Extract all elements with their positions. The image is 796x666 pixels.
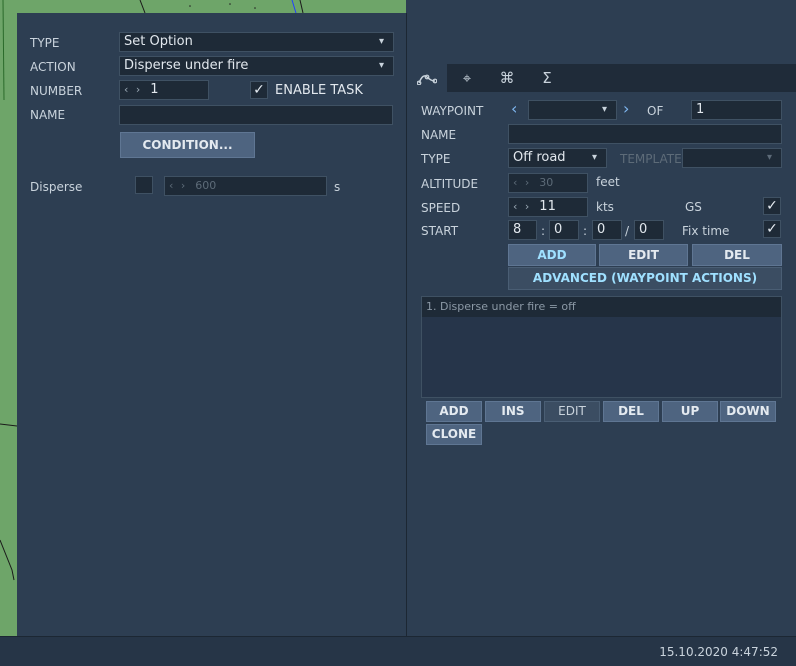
action-down-button[interactable]: DOWN <box>720 401 776 422</box>
checkmark-icon: ✓ <box>766 221 778 237</box>
action-select[interactable]: Disperse under fire ▾ <box>119 56 394 76</box>
name-input[interactable] <box>119 105 393 125</box>
chevron-down-icon: ▾ <box>379 36 385 47</box>
start-minutes-input[interactable]: 0 <box>549 220 579 240</box>
chevron-down-icon: ▾ <box>379 60 385 71</box>
waypoint-select[interactable]: ▾ <box>528 100 617 120</box>
action-label: ACTION <box>30 60 76 74</box>
type-select[interactable]: Set Option ▾ <box>119 32 394 52</box>
status-datetime: 15.10.2020 4:47:52 <box>659 645 778 659</box>
waypoint-prev-icon[interactable]: ‹ <box>511 99 517 119</box>
speed-unit: kts <box>596 200 614 214</box>
start-fraction-input[interactable]: 0 <box>634 220 664 240</box>
tab-command[interactable]: ⌘ <box>487 64 527 92</box>
chevron-down-icon: ▾ <box>767 152 773 163</box>
tab-sigma[interactable]: Σ <box>527 64 567 92</box>
checkmark-icon: ✓ <box>766 198 778 214</box>
gs-label: GS <box>685 200 702 214</box>
time-separator: : <box>541 224 546 238</box>
name-label: NAME <box>30 108 66 122</box>
altitude-unit: feet <box>596 175 620 189</box>
wp-name-label: NAME <box>421 128 457 142</box>
type-select-value: Set Option <box>124 34 193 49</box>
waypoint-label: WAYPOINT <box>421 104 484 118</box>
speed-label: SPEED <box>421 201 461 215</box>
sigma-icon: Σ <box>542 69 552 87</box>
stepper-arrows-icon[interactable]: ‹ › <box>124 83 142 96</box>
wp-type-label: TYPE <box>421 152 451 166</box>
action-del-button[interactable]: DEL <box>603 401 659 422</box>
condition-button[interactable]: CONDITION... <box>120 132 255 158</box>
number-label: NUMBER <box>30 84 83 98</box>
stepper-arrows-icon[interactable]: ‹ › <box>513 200 531 213</box>
of-value: 1 <box>691 100 782 120</box>
time-slash: / <box>625 224 630 238</box>
checkmark-icon: ✓ <box>253 82 265 98</box>
wp-type-select[interactable]: Off road ▾ <box>508 148 607 168</box>
speed-stepper[interactable]: ‹ › 11 <box>508 197 588 217</box>
number-stepper[interactable]: ‹ › 1 <box>119 80 209 100</box>
task-editor-panel: TYPE Set Option ▾ ACTION Disperse under … <box>17 13 407 636</box>
enable-task-checkbox[interactable]: ✓ <box>250 81 268 99</box>
enable-task-label: ENABLE TASK <box>275 83 363 98</box>
action-edit-button[interactable]: EDIT <box>544 401 600 422</box>
wp-edit-button[interactable]: EDIT <box>599 244 688 266</box>
waypoint-next-icon[interactable]: › <box>623 99 629 119</box>
action-ins-button[interactable]: INS <box>485 401 541 422</box>
disperse-unit: s <box>334 180 341 194</box>
time-separator: : <box>583 224 588 238</box>
stepper-arrows-icon[interactable]: ‹ › <box>513 176 531 189</box>
stepper-arrows-icon[interactable]: ‹ › <box>169 179 187 192</box>
speed-value: 11 <box>539 199 556 214</box>
action-select-value: Disperse under fire <box>124 58 249 73</box>
disperse-time-stepper[interactable]: ‹ › 600 <box>164 176 327 196</box>
altitude-label: ALTITUDE <box>421 177 479 191</box>
wp-type-value: Off road <box>513 150 566 165</box>
right-top-area <box>407 0 796 62</box>
map-area-left[interactable] <box>0 0 17 636</box>
list-item[interactable]: 1. Disperse under fire = off <box>422 297 781 317</box>
tab-target[interactable]: ⌖ <box>447 64 487 92</box>
map-area-top[interactable] <box>0 0 406 13</box>
chevron-down-icon: ▾ <box>602 104 608 115</box>
disperse-label: Disperse <box>30 180 83 194</box>
fix-time-label: Fix time <box>682 224 730 238</box>
start-seconds-input[interactable]: 0 <box>592 220 622 240</box>
chevron-down-icon: ▾ <box>592 152 598 163</box>
command-icon: ⌘ <box>499 69 515 87</box>
start-hours-input[interactable]: 8 <box>508 220 537 240</box>
number-value: 1 <box>150 82 159 97</box>
target-icon: ⌖ <box>462 69 472 87</box>
start-label: START <box>421 224 459 238</box>
panel-tabbar: ⌖ ⌘ Σ <box>407 64 796 92</box>
waypoint-panel: ⌖ ⌘ Σ WAYPOINT ‹ ▾ › OF 1 NAME TYPE Off … <box>407 62 796 636</box>
altitude-value: 30 <box>539 176 554 189</box>
template-select[interactable]: ▾ <box>682 148 782 168</box>
disperse-time-value: 600 <box>195 179 217 192</box>
altitude-stepper[interactable]: ‹ › 30 <box>508 173 588 193</box>
tab-route[interactable] <box>407 64 447 92</box>
template-label: TEMPLATE <box>620 152 682 166</box>
action-clone-button[interactable]: CLONE <box>426 424 482 445</box>
wp-del-button[interactable]: DEL <box>692 244 782 266</box>
wp-name-input[interactable] <box>508 124 782 144</box>
disperse-checkbox[interactable] <box>135 176 153 194</box>
waypoint-actions-list[interactable]: 1. Disperse under fire = off <box>421 296 782 398</box>
advanced-waypoint-actions-button[interactable]: ADVANCED (WAYPOINT ACTIONS) <box>508 267 782 290</box>
action-up-button[interactable]: UP <box>662 401 718 422</box>
fix-time-checkbox[interactable]: ✓ <box>763 220 781 238</box>
wp-add-button[interactable]: ADD <box>508 244 596 266</box>
action-add-button[interactable]: ADD <box>426 401 482 422</box>
status-bar: 15.10.2020 4:47:52 <box>0 636 796 666</box>
route-icon <box>416 74 438 86</box>
of-label: OF <box>647 104 664 118</box>
type-label: TYPE <box>30 36 60 50</box>
gs-checkbox[interactable]: ✓ <box>763 197 781 215</box>
